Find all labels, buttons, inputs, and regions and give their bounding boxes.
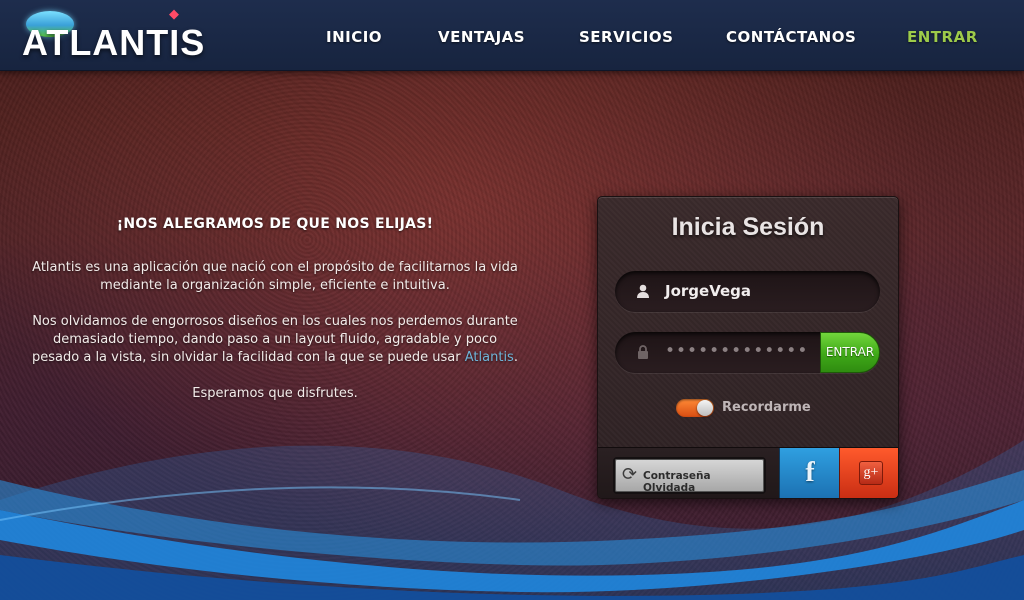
intro-paragraph-2: Nos olvidamos de engorrosos diseños en l…: [30, 313, 520, 367]
toggle-knob: [697, 400, 713, 416]
main-nav: INICIO VENTAJAS SERVICIOS CONTÁCTANOS EN…: [0, 0, 1024, 71]
login-submit-button[interactable]: ENTRAR: [820, 332, 880, 373]
remember-me: Recordarme: [676, 399, 836, 417]
nav-item-entrar[interactable]: ENTRAR: [907, 28, 978, 46]
google-plus-login-button[interactable]: g+: [839, 448, 898, 498]
facebook-login-button[interactable]: f: [779, 448, 839, 498]
forgot-password-label: Contraseña Olvidada: [643, 470, 711, 494]
login-panel: Inicia Sesión JorgeVega ••••••••••••• EN…: [597, 196, 899, 499]
facebook-icon: f: [805, 457, 815, 488]
lock-icon: [634, 344, 652, 362]
user-icon: [634, 283, 652, 301]
nav-item-contactanos[interactable]: CONTÁCTANOS: [726, 28, 856, 46]
remember-label: Recordarme: [722, 400, 811, 415]
password-mask: •••••••••••••: [665, 341, 809, 361]
nav-item-servicios[interactable]: SERVICIOS: [579, 28, 673, 46]
remember-toggle[interactable]: [676, 399, 714, 417]
nav-item-ventajas[interactable]: VENTAJAS: [438, 28, 525, 46]
intro-paragraph-1: Atlantis es una aplicación que nació con…: [32, 260, 518, 293]
username-field[interactable]: JorgeVega: [615, 271, 880, 312]
google-plus-icon: g+: [859, 461, 883, 485]
login-title: Inicia Sesión: [671, 213, 825, 241]
top-header: ◆ ATLANTIS INICIO VENTAJAS SERVICIOS CON…: [0, 0, 1024, 71]
username-value: JorgeVega: [665, 282, 752, 300]
intro-paragraph-2-text: Nos olvidamos de engorrosos diseños en l…: [32, 314, 518, 365]
intro-paragraph-2-end: .: [513, 350, 518, 365]
login-footer: ⟳ Contraseña Olvidada f g+: [598, 447, 898, 498]
nav-item-inicio[interactable]: INICIO: [326, 28, 382, 46]
refresh-icon: ⟳: [622, 464, 638, 485]
intro-heading: ¡NOS ALEGRAMOS DE QUE NOS ELIJAS!: [116, 216, 434, 232]
forgot-password-button[interactable]: ⟳ Contraseña Olvidada: [613, 457, 766, 494]
atlantis-link[interactable]: Atlantis: [465, 350, 514, 365]
